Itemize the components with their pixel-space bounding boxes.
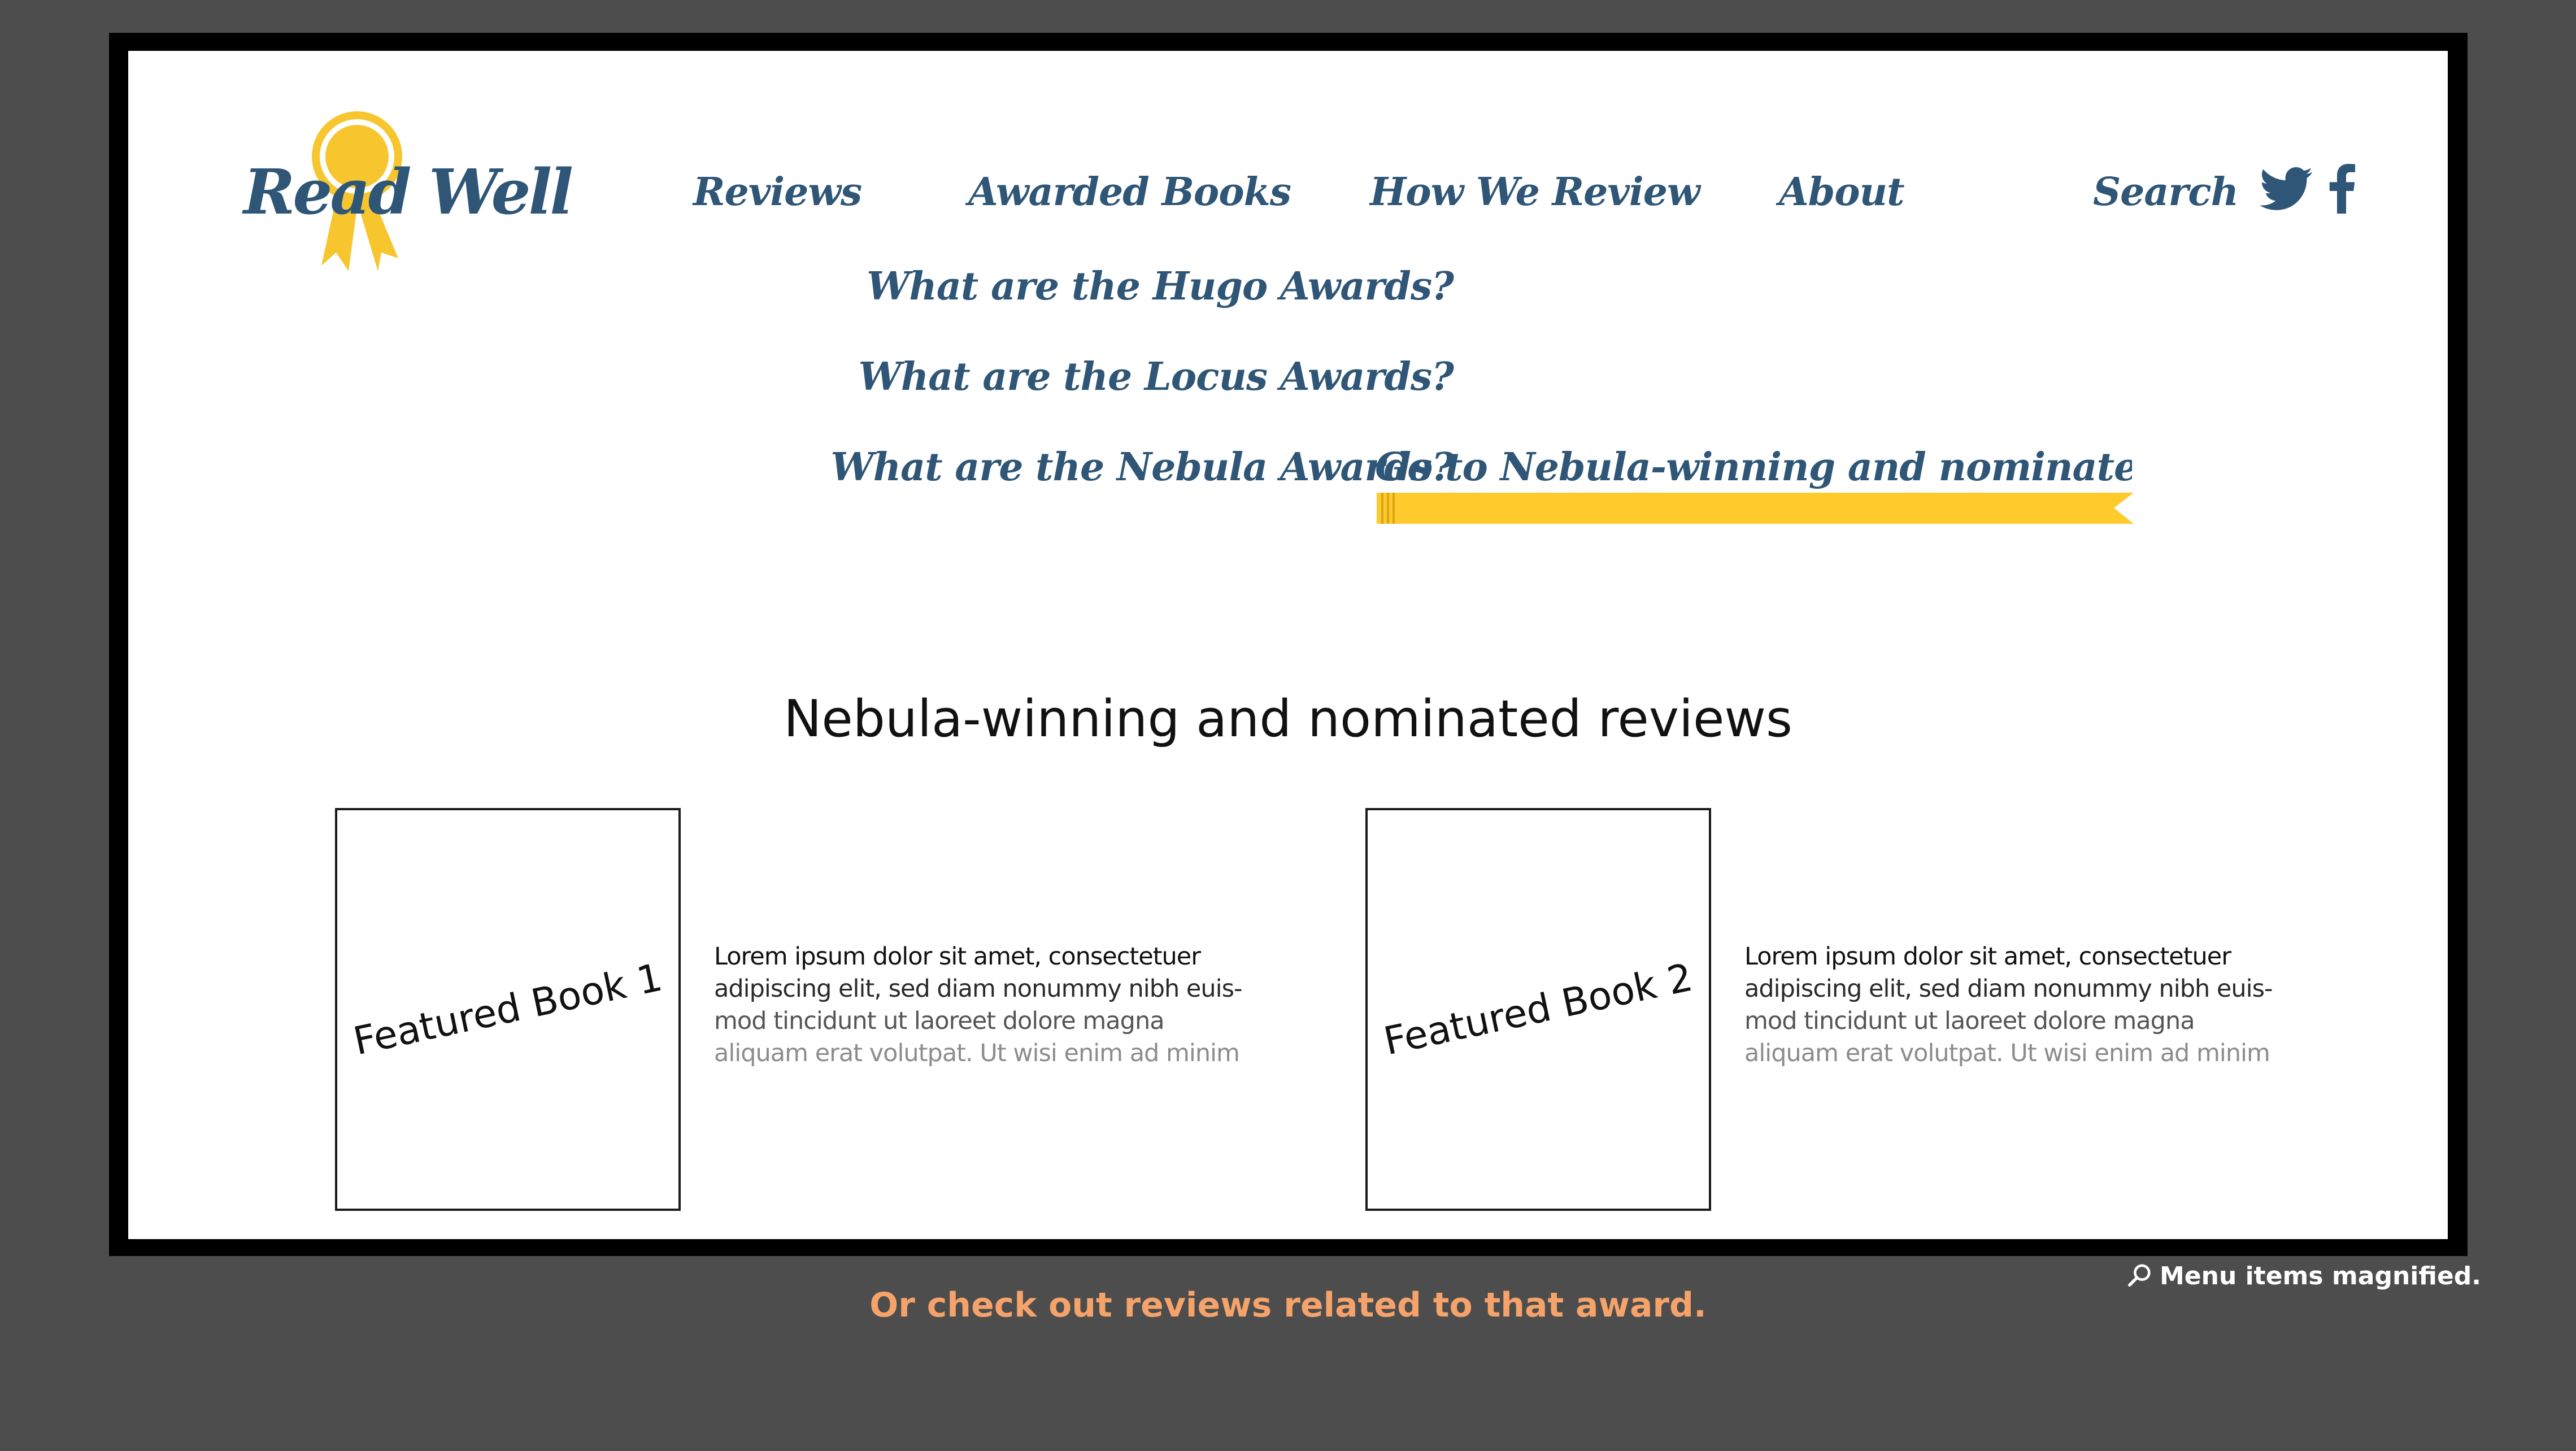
submenu-nebula[interactable]: What are the Nebula Awards?: [830, 445, 1454, 490]
highlight-ribbon: [1377, 493, 2134, 524]
submenu-highlight-label: Go to Nebula-winning and nominated revie…: [1375, 445, 2132, 490]
nav-how-we-review[interactable]: How We Review: [1370, 170, 1700, 215]
book-blurb: Lorem ipsum dolor sit amet, consectetuer…: [714, 941, 1268, 1070]
featured-book-label: Featured Book 2: [1380, 955, 1697, 1064]
submenu-locus[interactable]: What are the Locus Awards?: [858, 354, 1454, 399]
book-blurb: Lorem ipsum dolor sit amet, consectetuer…: [1744, 941, 2298, 1070]
caption: Or check out reviews related to that awa…: [869, 1285, 1707, 1325]
webpage-mockup: Read Well Reviews Awarded Books How We R…: [128, 51, 2448, 1239]
nav-search[interactable]: Search: [2093, 170, 2239, 215]
submenu-hugo[interactable]: What are the Hugo Awards?: [867, 264, 1454, 309]
blurb-line: aliquam erat volutpat. Ut wisi enim ad m…: [714, 1039, 1240, 1067]
twitter-icon[interactable]: [2260, 167, 2313, 212]
blurb-line: Lorem ipsum dolor sit amet, consectetuer: [1744, 942, 2231, 971]
blurb-line: adipiscing elit, sed diam nonummy nibh e…: [1744, 975, 2273, 1003]
featured-book-cover[interactable]: Featured Book 2: [1365, 808, 1711, 1211]
section-heading: Nebula-winning and nominated reviews: [784, 689, 1792, 749]
facebook-icon[interactable]: [2327, 164, 2356, 214]
nav-reviews[interactable]: Reviews: [693, 170, 862, 215]
blurb-line: mod tincidunt ut laoreet dolore magna: [714, 1007, 1165, 1035]
blurb-line: mod tincidunt ut laoreet dolore magna: [1744, 1007, 2195, 1035]
featured-book-cover[interactable]: Featured Book 1: [335, 808, 681, 1211]
blurb-line: adipiscing elit, sed diam nonummy nibh e…: [714, 975, 1243, 1003]
nav-awarded-books[interactable]: Awarded Books: [968, 170, 1291, 215]
logo-text: Read Well: [243, 155, 573, 228]
blurb-line: aliquam erat volutpat. Ut wisi enim ad m…: [1744, 1039, 2270, 1067]
blurb-line: Lorem ipsum dolor sit amet, consectetuer: [714, 942, 1201, 971]
featured-book-label: Featured Book 1: [349, 955, 667, 1064]
nav-about[interactable]: About: [1779, 170, 1905, 215]
